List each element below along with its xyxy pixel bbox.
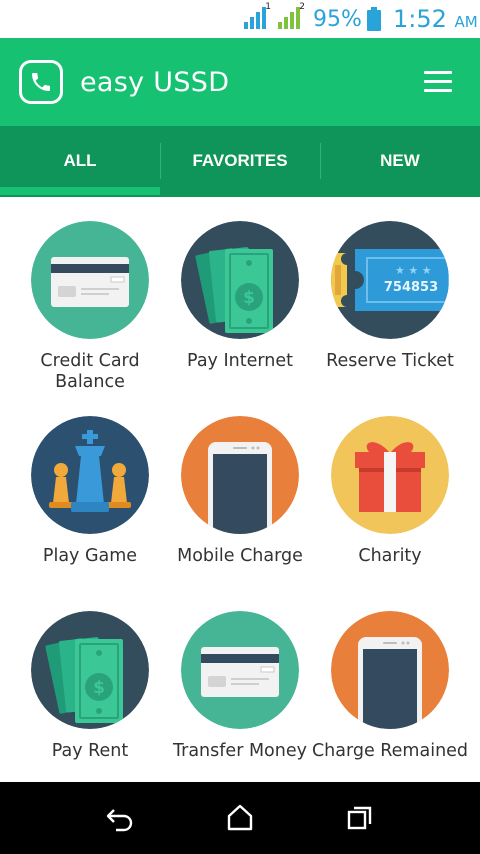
recent-apps-icon[interactable] [340, 802, 380, 834]
home-icon[interactable] [220, 802, 260, 834]
app-bar: easy USSD [0, 38, 480, 126]
service-credit-card-balance[interactable]: Credit Card Balance [10, 197, 170, 392]
system-nav-bar [0, 782, 480, 854]
service-label: Pay Internet [187, 351, 293, 371]
service-pay-rent[interactable]: $ Pay Rent [10, 587, 170, 782]
status-bar: 1 2 95% 1:52 AM [0, 0, 480, 38]
ticket-icon: ★ ★ ★ 754853 [331, 221, 449, 339]
signal-sim2-icon: 2 [277, 2, 305, 35]
credit-card-icon [181, 611, 299, 729]
svg-text:$: $ [93, 678, 105, 698]
service-reserve-ticket[interactable]: ★ ★ ★ 754853 Reserve Ticket [310, 197, 470, 392]
service-label: Pay Rent [51, 741, 129, 761]
smartphone-icon [181, 416, 299, 534]
service-label: Credit Card Balance [40, 351, 140, 392]
sim2-label: 2 [299, 2, 305, 12]
credit-card-icon [31, 221, 149, 339]
battery-icon [366, 7, 382, 31]
tab-favorites[interactable]: FAVORITES [160, 126, 320, 197]
app-title: easy USSD [80, 67, 230, 98]
service-label: Transfer Money [173, 741, 307, 761]
sim1-label: 1 [265, 2, 271, 12]
service-label: Reserve Ticket [326, 351, 454, 371]
service-label: Mobile Charge [177, 546, 303, 566]
clock-time: 1:52 [393, 5, 447, 33]
hamburger-menu-icon[interactable] [418, 68, 458, 96]
service-label: Play Game [42, 546, 138, 566]
service-play-game[interactable]: Play Game [10, 392, 170, 587]
service-transfer-money[interactable]: Transfer Money [160, 587, 320, 782]
service-charge-remained[interactable]: Charge Remained [310, 587, 470, 782]
service-label: Charity [358, 546, 422, 566]
chess-pieces-icon [31, 416, 149, 534]
service-charity[interactable]: Charity [310, 392, 470, 587]
service-label: Charge Remained [311, 741, 469, 761]
signal-sim1-icon: 1 [243, 2, 271, 35]
services-grid: Credit Card Balance $ Pay Internet ★ ★ ★… [0, 197, 480, 782]
svg-text:$: $ [243, 288, 255, 308]
tab-selected-indicator [0, 187, 160, 195]
ticket-number: 754853 [384, 280, 438, 295]
back-icon[interactable] [100, 802, 140, 834]
clock-ampm: AM [454, 13, 478, 31]
money-bills-icon: $ [181, 221, 299, 339]
svg-text:★ ★ ★: ★ ★ ★ [395, 264, 432, 277]
smartphone-icon [331, 611, 449, 729]
clock: 1:52 AM [393, 5, 478, 33]
service-mobile-charge[interactable]: Mobile Charge [160, 392, 320, 587]
tab-new[interactable]: NEW [320, 126, 480, 197]
service-pay-internet[interactable]: $ Pay Internet [160, 197, 320, 392]
battery-percent: 95% [313, 7, 362, 32]
phone-icon [19, 60, 63, 104]
gift-box-icon [331, 416, 449, 534]
money-bills-icon: $ [31, 611, 149, 729]
